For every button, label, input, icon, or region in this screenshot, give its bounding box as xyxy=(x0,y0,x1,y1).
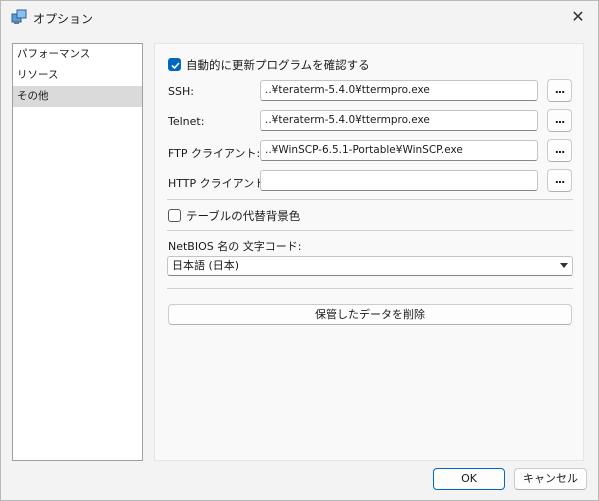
category-list: パフォーマンス リソース その他 xyxy=(12,43,143,461)
auto-update-label: 自動的に更新プログラムを確認する xyxy=(186,58,370,72)
options-panel: 自動的に更新プログラムを確認する SSH: ..¥teraterm-5.4.0¥… xyxy=(154,43,584,461)
ssh-path-field[interactable]: ..¥teraterm-5.4.0¥ttermpro.exe xyxy=(260,80,538,101)
telnet-browse-button[interactable]: ... xyxy=(547,109,572,132)
http-client-path-field[interactable] xyxy=(260,170,538,191)
ftp-client-path-field[interactable]: ..¥WinSCP-6.5.1-Portable¥WinSCP.exe xyxy=(260,140,538,161)
telnet-path-field[interactable]: ..¥teraterm-5.4.0¥ttermpro.exe xyxy=(260,110,538,131)
divider xyxy=(167,288,573,289)
netbios-encoding-label: NetBIOS 名の 文字コード: xyxy=(168,240,302,253)
http-client-label: HTTP クライアント: xyxy=(168,177,269,190)
netbios-encoding-select[interactable]: 日本語 (日本) xyxy=(167,256,573,276)
nav-item-performance[interactable]: パフォーマンス xyxy=(13,44,142,65)
cancel-button[interactable]: キャンセル xyxy=(514,468,587,490)
ssh-browse-button[interactable]: ... xyxy=(547,79,572,102)
network-settings-icon xyxy=(11,9,27,25)
telnet-label: Telnet: xyxy=(168,115,205,128)
divider xyxy=(167,230,573,231)
options-dialog: オプション ✕ パフォーマンス リソース その他 自動的に更新プログラムを確認す… xyxy=(0,0,599,501)
netbios-encoding-value: 日本語 (日本) xyxy=(172,259,240,272)
ssh-label: SSH: xyxy=(168,85,194,98)
nav-item-other[interactable]: その他 xyxy=(13,86,142,107)
divider xyxy=(167,199,573,200)
ftp-browse-button[interactable]: ... xyxy=(547,139,572,162)
close-icon[interactable]: ✕ xyxy=(568,7,588,27)
http-browse-button[interactable]: ... xyxy=(547,169,572,192)
alt-bg-color-label: テーブルの代替背景色 xyxy=(186,209,301,223)
delete-saved-data-button[interactable]: 保管したデータを削除 xyxy=(168,304,572,325)
title-bar: オプション ✕ xyxy=(1,1,598,33)
ftp-client-label: FTP クライアント: xyxy=(168,147,261,160)
chevron-down-icon xyxy=(560,263,568,268)
window-title: オプション xyxy=(33,12,94,26)
auto-update-checkbox[interactable] xyxy=(168,58,181,71)
ok-button[interactable]: OK xyxy=(433,468,505,490)
nav-item-resources[interactable]: リソース xyxy=(13,65,142,86)
alt-bg-color-checkbox[interactable] xyxy=(168,209,181,222)
checkmark-icon xyxy=(171,62,180,70)
